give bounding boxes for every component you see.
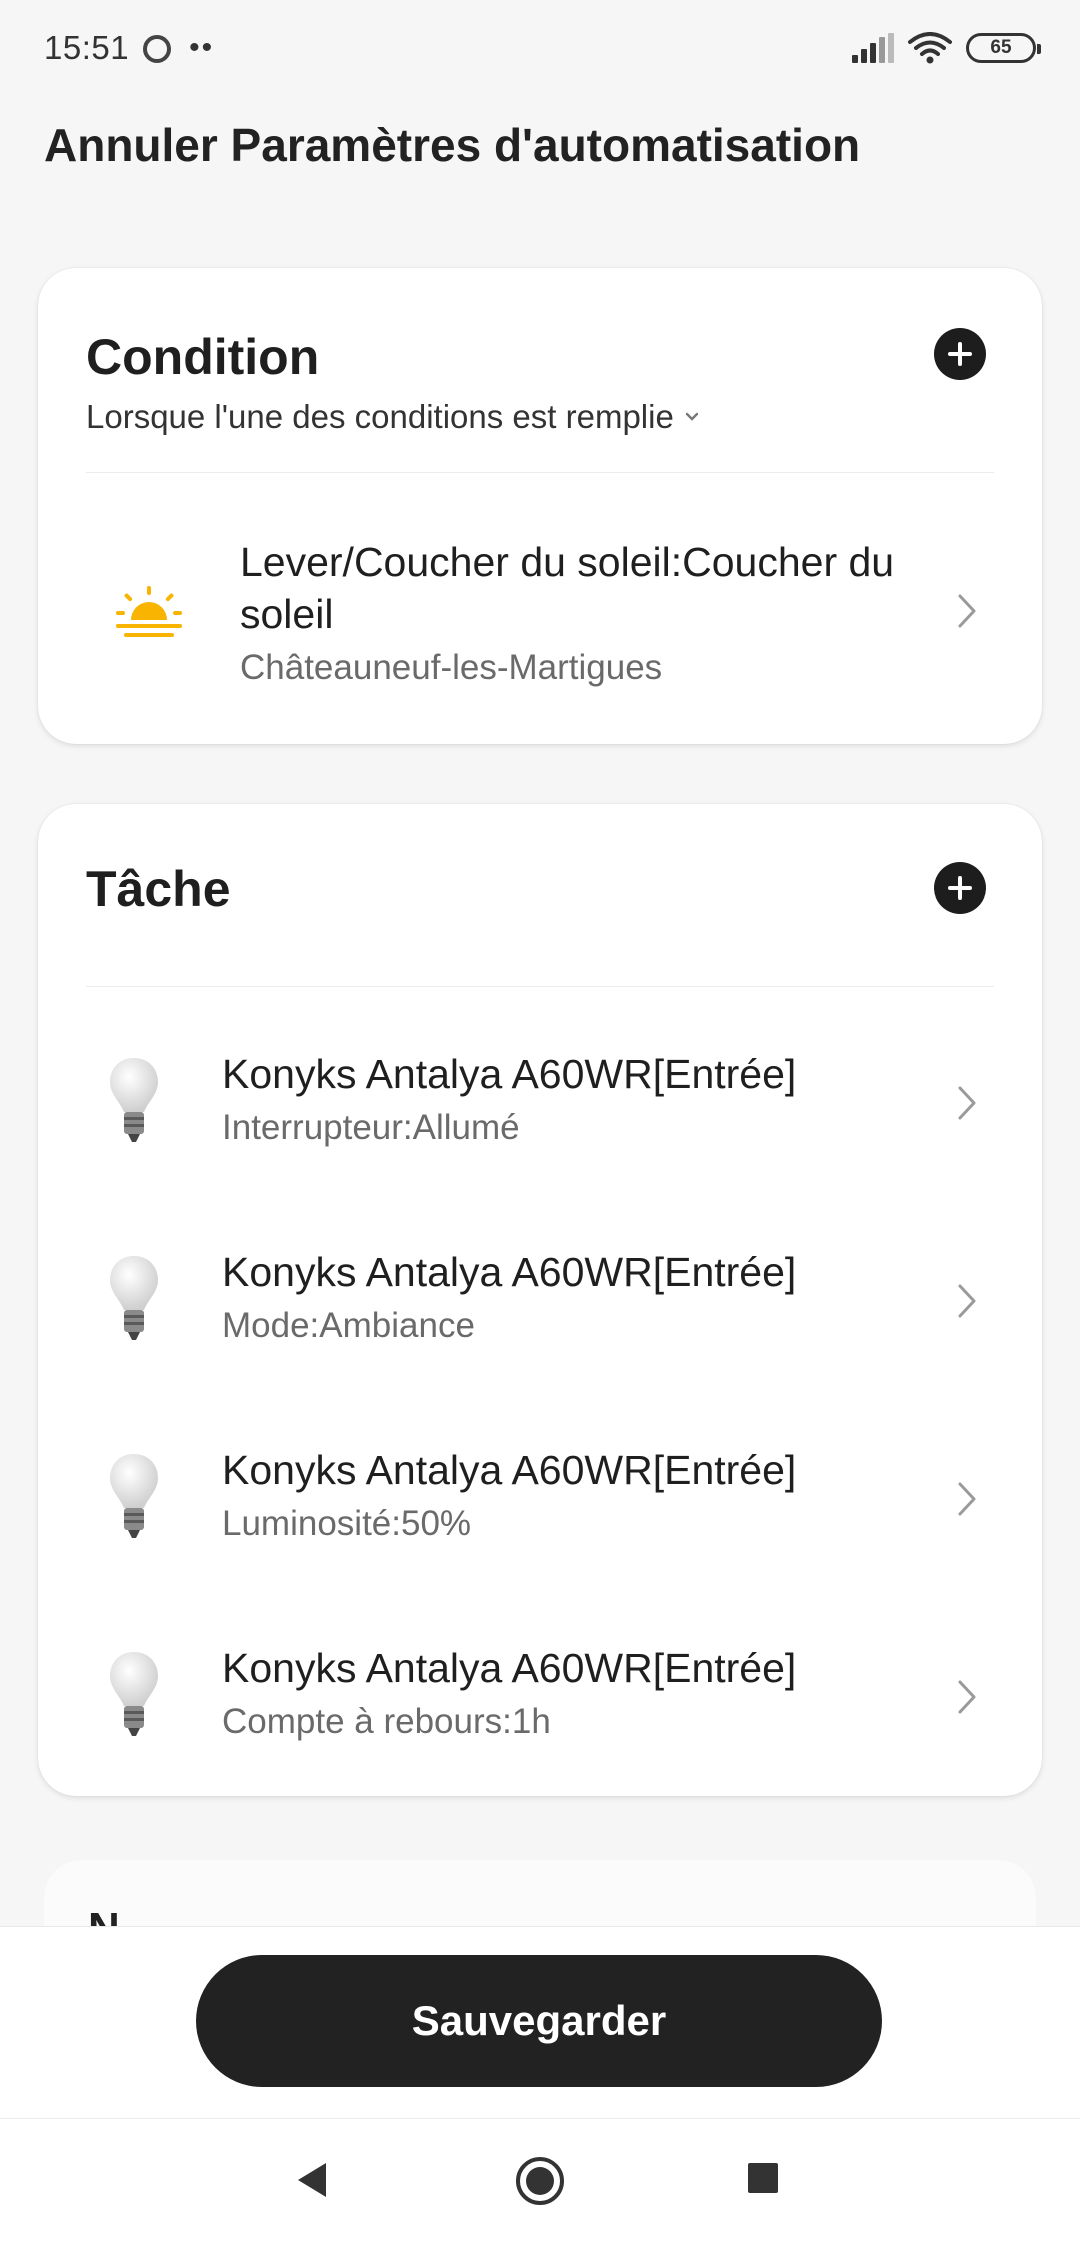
status-icons: 65 — [852, 32, 1041, 64]
condition-item[interactable]: Lever/Coucher du soleil:Coucher du solei… — [38, 500, 1042, 720]
divider — [86, 986, 994, 987]
task-item[interactable]: Konyks Antalya A60WR[Entrée] Mode:Ambian… — [38, 1202, 1042, 1398]
task-item[interactable]: Konyks Antalya A60WR[Entrée] Luminosité:… — [38, 1400, 1042, 1596]
bulb-icon — [110, 1256, 158, 1340]
status-bar: 15:51 •• 65 — [0, 0, 1080, 96]
save-bar: Sauvegarder — [0, 1926, 1080, 2118]
condition-item-location: Châteauneuf-les-Martigues — [240, 648, 663, 687]
back-icon[interactable] — [292, 2159, 332, 2201]
navigation-bar — [0, 2118, 1080, 2246]
condition-item-label: Lever/Coucher du soleil:Coucher du solei… — [240, 539, 895, 637]
save-button[interactable]: Sauvegarder — [196, 1955, 882, 2087]
chevron-right-icon — [958, 1482, 976, 1516]
plus-icon — [948, 342, 972, 366]
signal-icon — [852, 33, 894, 63]
task-item-label: Konyks Antalya A60WR[Entrée] — [222, 1249, 797, 1295]
page-title[interactable]: Annuler Paramètres d'automatisation — [44, 119, 860, 171]
chevron-right-icon — [958, 1086, 976, 1120]
bulb-icon — [110, 1058, 158, 1142]
task-title: Tâche — [86, 861, 231, 917]
wifi-icon — [908, 32, 952, 64]
sunset-icon — [116, 586, 182, 637]
notification-dots: •• — [189, 31, 215, 64]
condition-card: Condition Lorsque l'une des conditions e… — [38, 268, 1042, 744]
task-item-label: Konyks Antalya A60WR[Entrée] — [222, 1051, 797, 1097]
task-card: Tâche Konyks Antalya A60WR[Entrée] Inter… — [38, 804, 1042, 1796]
add-condition-button[interactable] — [934, 328, 986, 380]
task-item-detail: Luminosité:50% — [222, 1504, 472, 1543]
task-item-detail: Interrupteur:Allumé — [222, 1108, 520, 1147]
page-header: Annuler Paramètres d'automatisation — [44, 118, 1036, 172]
bulb-icon — [110, 1454, 158, 1538]
task-item-label: Konyks Antalya A60WR[Entrée] — [222, 1447, 797, 1493]
chevron-down-icon — [685, 412, 699, 421]
add-task-button[interactable] — [934, 862, 986, 914]
home-icon[interactable] — [514, 2155, 566, 2207]
bulb-icon — [110, 1652, 158, 1736]
chevron-right-icon — [958, 1284, 976, 1318]
task-item-detail: Mode:Ambiance — [222, 1306, 475, 1345]
chevron-right-icon — [958, 1680, 976, 1714]
task-item[interactable]: Konyks Antalya A60WR[Entrée] Compte à re… — [38, 1598, 1042, 1794]
condition-mode-label: Lorsque l'une des conditions est remplie — [86, 398, 674, 435]
chevron-right-icon — [958, 594, 976, 628]
condition-title: Condition — [86, 329, 320, 385]
divider — [86, 472, 994, 473]
recents-icon[interactable] — [746, 2161, 780, 2195]
plus-icon — [948, 876, 972, 900]
battery-indicator: 65 — [966, 33, 1041, 63]
sync-icon — [143, 35, 172, 63]
task-item-label: Konyks Antalya A60WR[Entrée] — [222, 1645, 797, 1691]
task-item[interactable]: Konyks Antalya A60WR[Entrée] Interrupteu… — [38, 1004, 1042, 1200]
status-time: 15:51 — [44, 29, 130, 66]
task-item-detail: Compte à rebours:1h — [222, 1702, 551, 1741]
condition-mode-selector[interactable]: Lorsque l'une des conditions est remplie — [86, 398, 700, 436]
